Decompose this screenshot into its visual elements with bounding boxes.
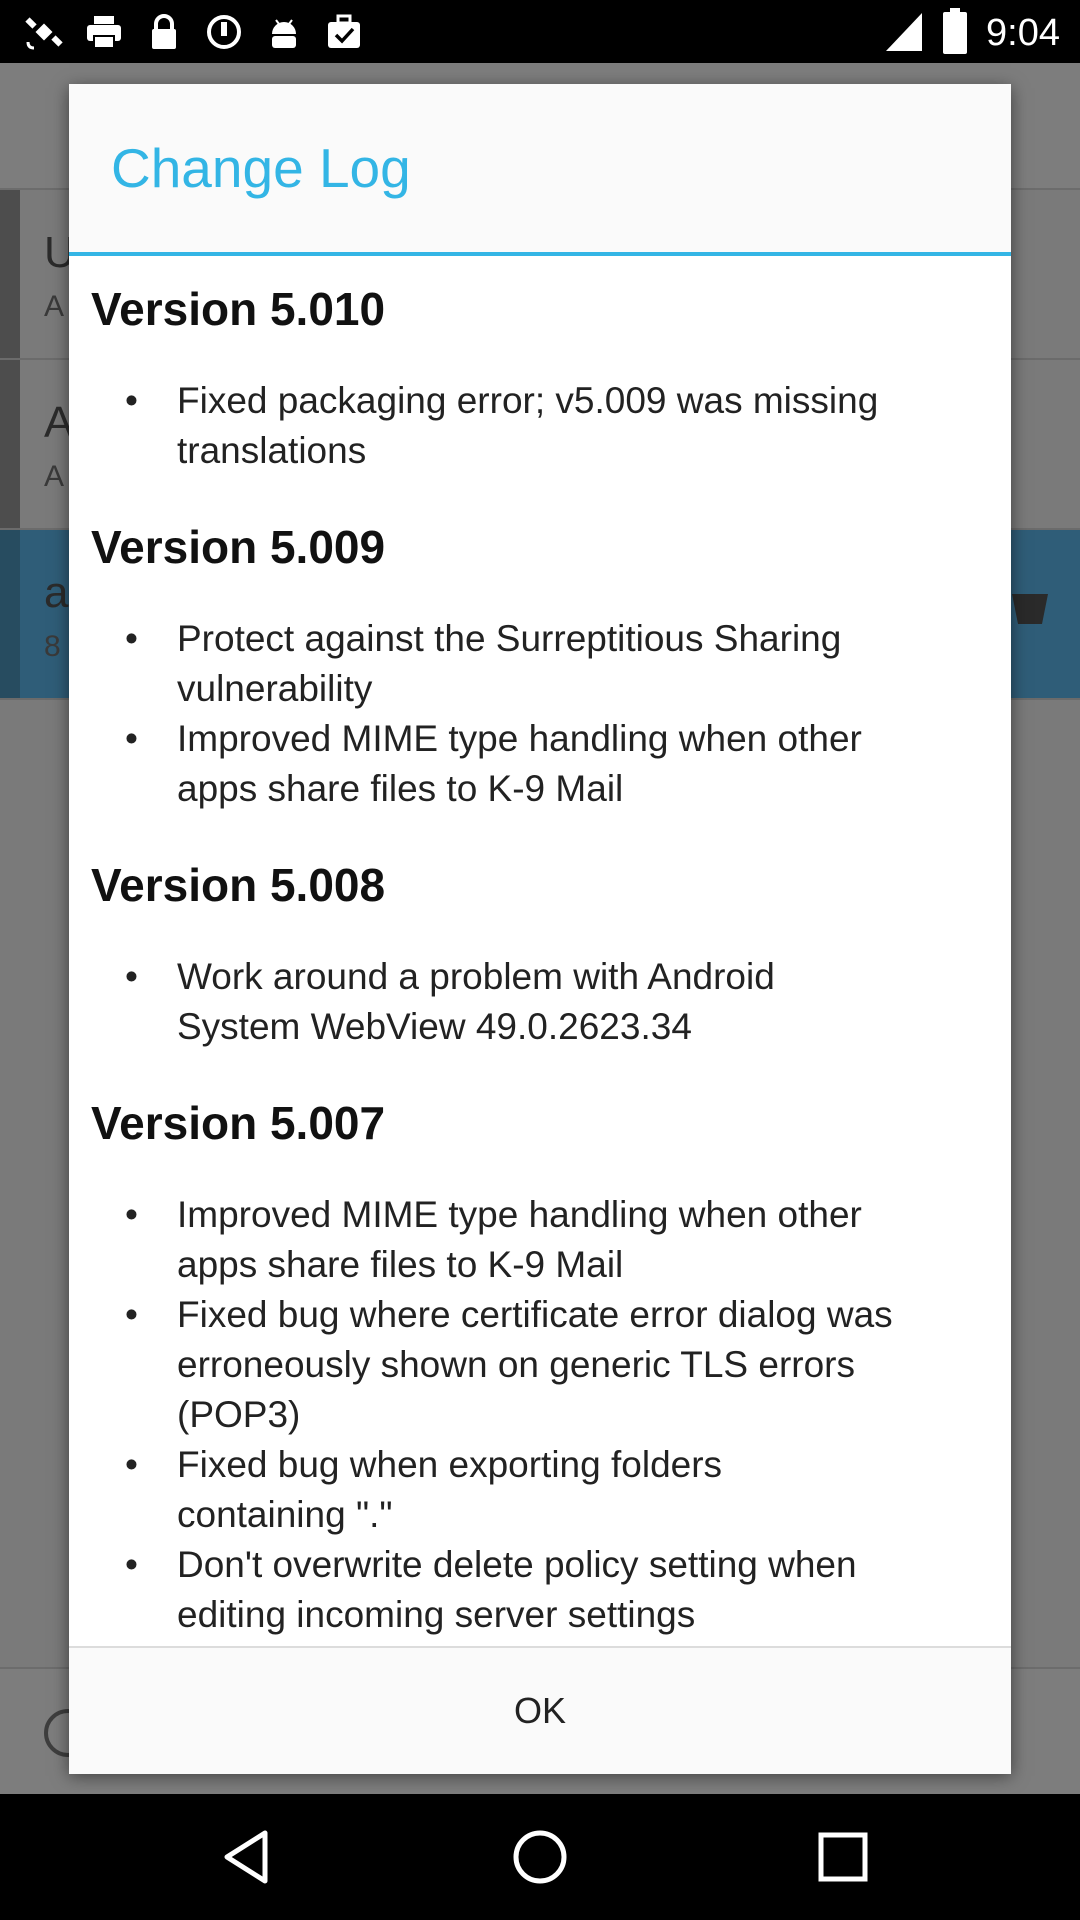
version-heading: Version 5.007 [91,1097,386,1149]
changelog-item-line: Work around a problem with Android [177,956,775,997]
changelog-item-line: Don't overwrite delete policy setting wh… [177,1544,857,1585]
changelog-item: • Fixed bug where certificate error dialo… [91,1290,989,1440]
lock-icon [144,12,184,52]
changelog-list: • Work around a problem with Android Syste… [91,952,989,1052]
bullet-icon: • [125,956,138,997]
notification-icons [24,12,364,52]
dialog-title: Change Log [111,137,411,199]
background-row-subtext: A [44,460,65,493]
bullet-icon: • [125,618,138,659]
changelog-item-line: (POP3) [177,1394,301,1435]
changelog-list: • Protect against the Surreptitious Shari… [91,614,989,814]
changelog-dialog: Change Log Version 5.010 • Fixed packaging… [69,84,1011,1774]
status-right: 9:04 [884,8,1060,59]
version-heading: Version 5.010 [91,283,386,335]
changelog-item-line: vulnerability [177,668,373,709]
changelog-item: • Don't overwrite delete policy setting w… [91,1540,989,1640]
changelog-item: • Fixed bug when exporting folders contain… [91,1440,989,1540]
dialog-footer: OK [69,1646,1011,1774]
changelog-item-line: Protect against the Surreptitious Sharin… [177,618,842,659]
clock: 9:04 [986,12,1060,54]
bullet-icon: • [125,380,138,421]
changelog-item-line: apps share files to K-9 Mail [177,1244,624,1285]
android-icon [264,12,304,52]
changelog-item-line: System WebView 49.0.2623.34 [177,1006,692,1047]
bullet-icon: • [125,1544,138,1585]
changelog-scroll-area[interactable]: Version 5.010 • Fixed packaging error; v5.… [69,256,1011,1646]
recents-icon[interactable] [813,1827,873,1887]
ok-button[interactable]: OK [69,1648,1011,1774]
printer-icon [84,12,124,52]
changelog-item-line: translations [177,430,367,471]
bullet-icon: • [125,1444,138,1485]
bullet-icon: • [125,1294,138,1335]
changelog-item-line: Improved MIME type handling when other [177,718,862,759]
signal-icon [884,9,924,58]
changelog-item: • Work around a problem with Android Syste… [91,952,989,1052]
changelog-item-line: erroneously shown on generic TLS errors [177,1344,855,1385]
background-row-text: a [44,568,69,617]
changelog-item-line: editing incoming server settings [177,1594,696,1635]
changelog-item-line: Fixed packaging error; v5.009 was missin… [177,380,879,421]
home-icon[interactable] [510,1827,570,1887]
changelog-item: • Improved MIME type handling when other a… [91,714,989,814]
changelog-item-line: Fixed bug where certificate error dialog… [177,1294,893,1335]
briefcase-check-icon [324,12,364,52]
sync-icon [204,12,244,52]
changelog-item-line: containing "." [177,1494,393,1535]
version-heading: Version 5.009 [91,521,386,573]
background-row-subtext: A [44,290,65,323]
back-icon[interactable] [216,1827,276,1887]
version-heading: Version 5.008 [91,859,386,911]
trash-icon [1010,588,1050,628]
navigation-bar [0,1794,1080,1920]
status-bar: 9:04 [0,0,1080,63]
bullet-icon: • [125,1194,138,1235]
changelog-content: Version 5.010 • Fixed packaging error; v5.… [69,256,1011,1640]
changelog-list: • Improved MIME type handling when other a… [91,1190,989,1640]
background-row-subtext: 8 [44,630,61,663]
changelog-item: • Improved MIME type handling when other a… [91,1190,989,1290]
changelog-item: • Protect against the Surreptitious Shari… [91,614,989,714]
satellite-icon [24,12,64,52]
changelog-item-line: Improved MIME type handling when other [177,1194,862,1235]
battery-icon [942,8,968,59]
changelog-item-line: apps share files to K-9 Mail [177,768,624,809]
changelog-list: • Fixed packaging error; v5.009 was missi… [91,376,989,476]
changelog-item: • Fixed packaging error; v5.009 was missi… [91,376,989,476]
bullet-icon: • [125,718,138,759]
changelog-item-line: Fixed bug when exporting folders [177,1444,723,1485]
